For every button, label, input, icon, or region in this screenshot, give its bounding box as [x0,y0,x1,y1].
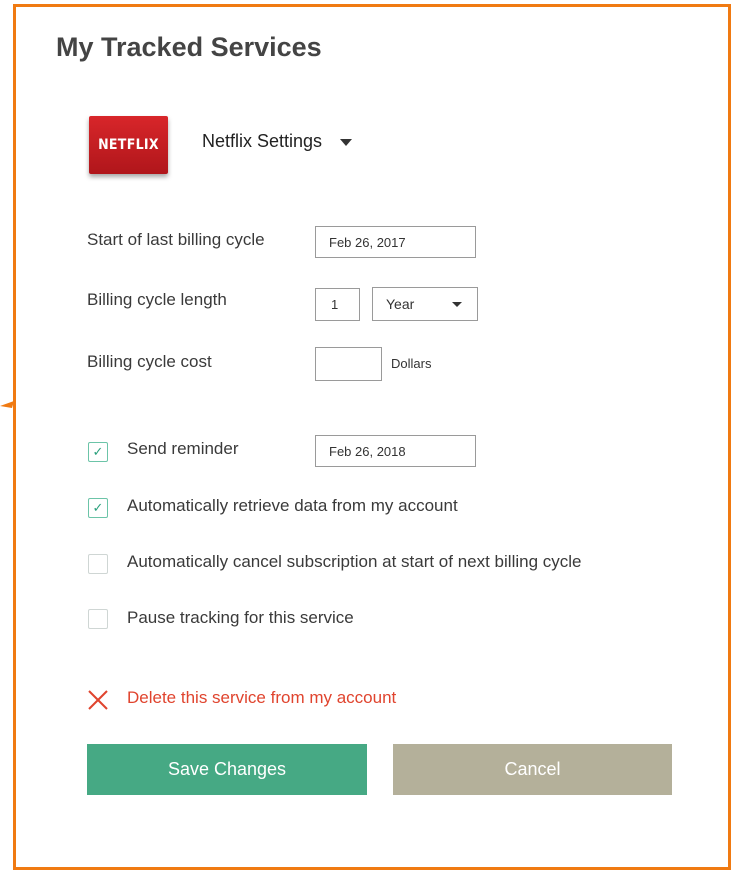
cycle-length-field[interactable]: 1 [315,288,360,321]
reminder-checkbox[interactable]: ✓ [88,442,108,462]
cycle-length-label: Billing cycle length [87,290,227,309]
service-selector[interactable]: Netflix Settings [202,131,353,152]
page-title: My Tracked Services [56,32,322,62]
auto-retrieve-label: Automatically retrieve data from my acco… [127,496,458,515]
start-date-label: Start of last billing cycle [87,230,265,249]
start-date-field[interactable]: Feb 26, 2017 [315,226,476,258]
auto-cancel-checkbox[interactable] [88,554,108,574]
cycle-unit-select[interactable]: Year [372,287,478,321]
auto-cancel-label: Automatically cancel subscription at sta… [127,552,582,571]
cycle-cost-field[interactable] [315,347,382,381]
auto-retrieve-checkbox[interactable]: ✓ [88,498,108,518]
cycle-unit-value: Year [386,296,415,312]
chevron-down-icon [452,301,462,307]
cancel-button[interactable]: Cancel [393,744,672,795]
reminder-date-field[interactable]: Feb 26, 2018 [315,435,476,467]
reminder-label: Send reminder [127,439,239,458]
netflix-logo: NETFLIX [89,116,168,174]
check-icon: ✓ [92,500,104,515]
chevron-down-icon [340,139,353,146]
close-icon[interactable] [87,689,109,711]
check-icon: ✓ [92,444,104,459]
save-changes-button[interactable]: Save Changes [87,744,367,795]
cost-unit-label: Dollars [391,356,432,371]
delete-service-link[interactable]: Delete this service from my account [127,688,396,708]
cycle-cost-label: Billing cycle cost [87,352,212,371]
service-selector-label: Netflix Settings [202,131,323,151]
pause-tracking-label: Pause tracking for this service [127,608,354,627]
edge-arrow-icon [0,401,14,408]
pause-tracking-checkbox[interactable] [88,609,108,629]
